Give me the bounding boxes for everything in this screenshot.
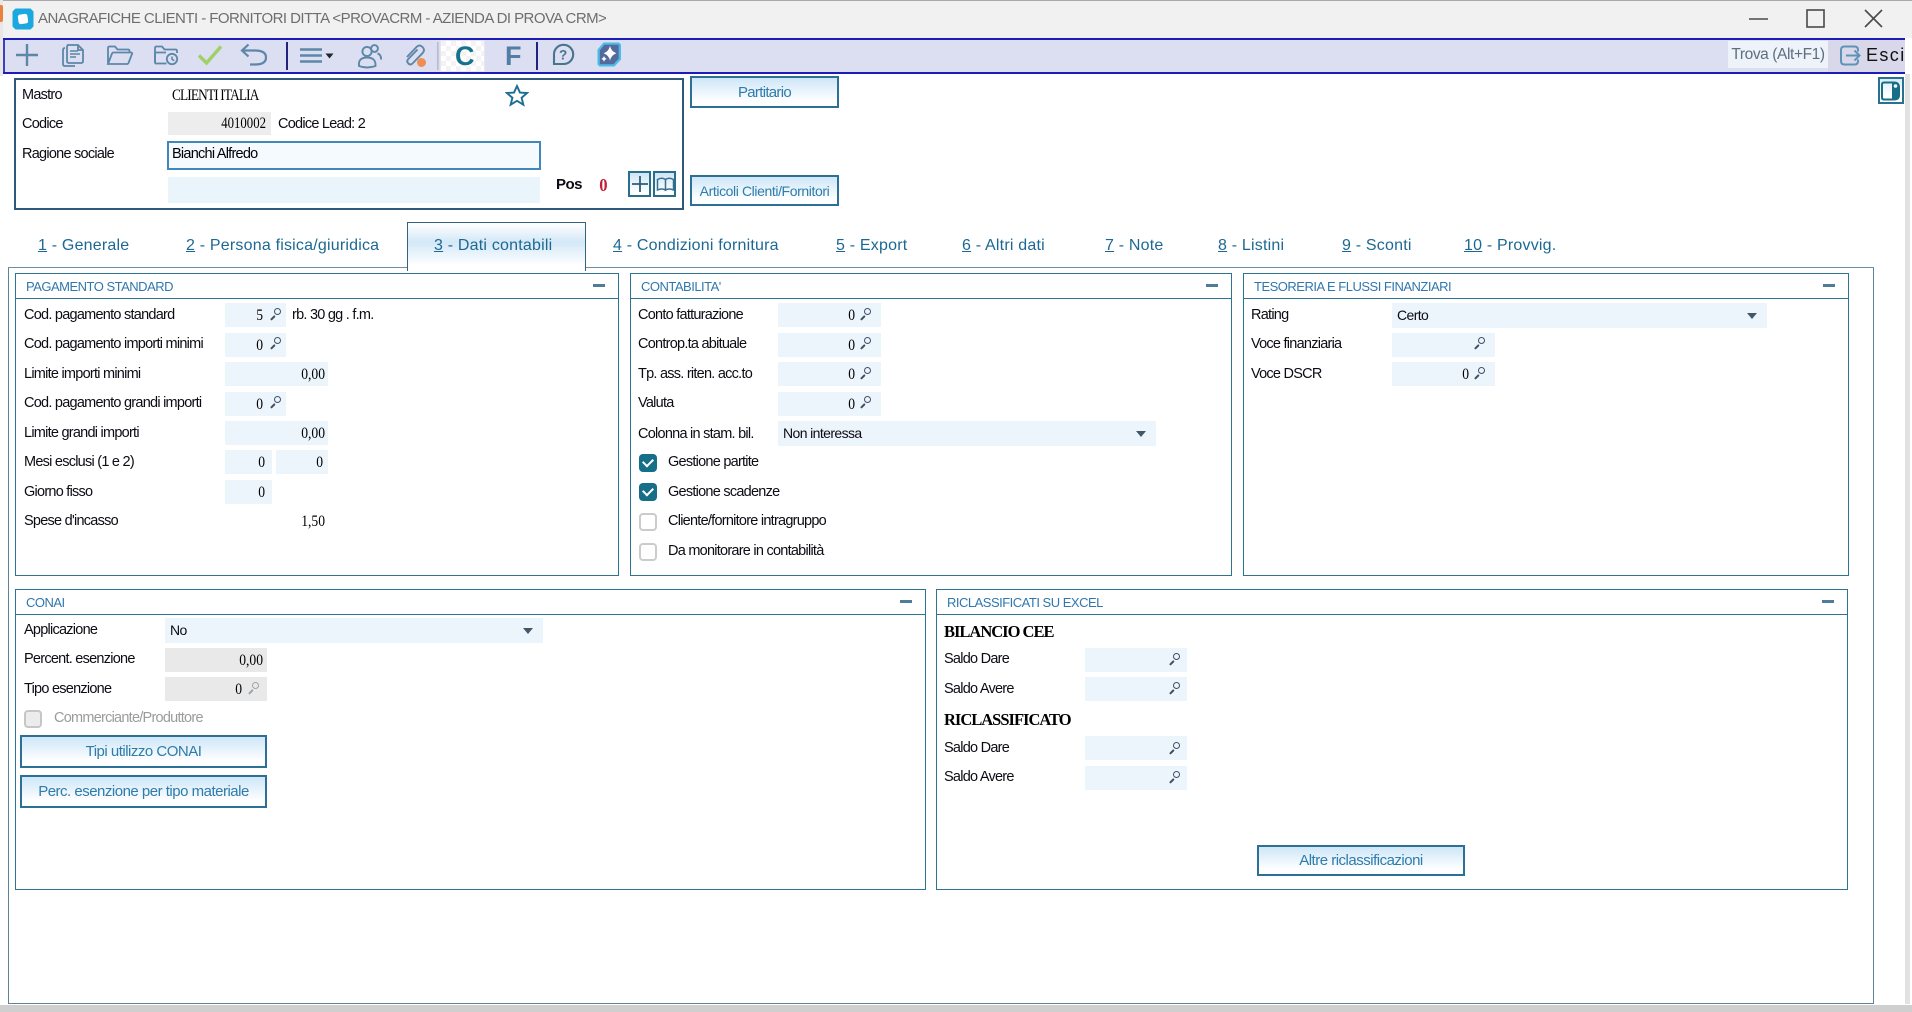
svg-text:C: C bbox=[455, 41, 475, 71]
svg-text:F: F bbox=[505, 41, 522, 71]
svg-text:?: ? bbox=[559, 47, 567, 62]
